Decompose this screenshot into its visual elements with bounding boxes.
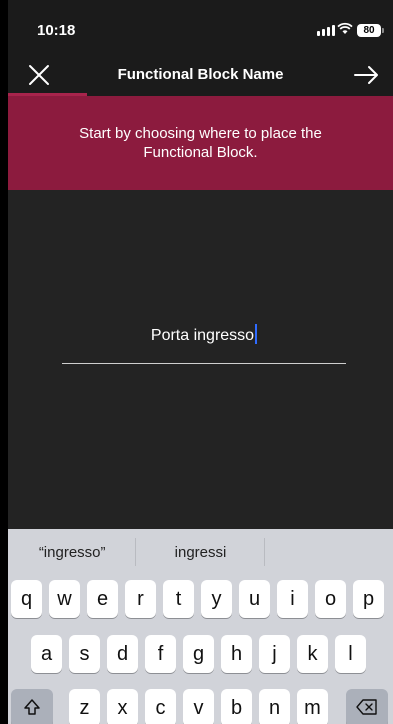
suggestion-item[interactable]: ingressi	[136, 537, 265, 566]
key-s[interactable]: s	[69, 635, 100, 673]
arrow-right-icon[interactable]	[351, 60, 381, 90]
key-p[interactable]: p	[353, 580, 384, 618]
navigation-bar: Functional Block Name	[8, 56, 393, 96]
key-d[interactable]: d	[107, 635, 138, 673]
page-title: Functional Block Name	[117, 66, 284, 83]
key-g[interactable]: g	[183, 635, 214, 673]
key-q[interactable]: q	[11, 580, 42, 618]
key-l[interactable]: l	[335, 635, 366, 673]
banner-message: Start by choosing where to place the Fun…	[79, 125, 322, 161]
keyboard-row-1: q w e r t y u i o p	[8, 580, 393, 622]
key-u[interactable]: u	[239, 580, 270, 618]
key-r[interactable]: r	[125, 580, 156, 618]
functional-block-name-input[interactable]: Porta ingresso	[62, 322, 346, 364]
text-caret	[255, 324, 258, 344]
predictive-suggestions: “ingresso” ingressi	[8, 529, 393, 575]
status-bar: 10:18 80	[8, 0, 393, 56]
key-x[interactable]: x	[107, 689, 138, 724]
shift-icon	[24, 699, 40, 715]
key-h[interactable]: h	[221, 635, 252, 673]
key-v[interactable]: v	[183, 689, 214, 724]
key-i[interactable]: i	[277, 580, 308, 618]
key-t[interactable]: t	[163, 580, 194, 618]
instruction-banner: Start by choosing where to place the Fun…	[8, 96, 393, 190]
key-e[interactable]: e	[87, 580, 118, 618]
key-y[interactable]: y	[201, 580, 232, 618]
on-screen-keyboard: “ingresso” ingressi q w e r t y u i o p …	[8, 529, 393, 724]
delete-key[interactable]	[346, 689, 388, 724]
cellular-signal-icon	[317, 24, 335, 36]
key-j[interactable]: j	[259, 635, 290, 673]
battery-icon: 80	[357, 24, 384, 37]
key-f[interactable]: f	[145, 635, 176, 673]
key-a[interactable]: a	[31, 635, 62, 673]
key-c[interactable]: c	[145, 689, 176, 724]
backspace-icon	[356, 699, 377, 715]
status-time: 10:18	[37, 22, 76, 39]
keyboard-row-2: a s d f g h j k l	[8, 635, 393, 677]
key-m[interactable]: m	[297, 689, 328, 724]
key-b[interactable]: b	[221, 689, 252, 724]
app-screen: 10:18 80 Functional Block Name Start by …	[8, 0, 393, 724]
wifi-icon	[337, 22, 353, 34]
shift-key[interactable]	[11, 689, 53, 724]
keyboard-row-3: z x c v b n m	[8, 689, 393, 724]
suggestion-item[interactable]: “ingresso”	[8, 537, 137, 566]
key-w[interactable]: w	[49, 580, 80, 618]
key-n[interactable]: n	[259, 689, 290, 724]
name-input-value: Porta ingresso	[150, 327, 255, 344]
key-o[interactable]: o	[315, 580, 346, 618]
key-z[interactable]: z	[69, 689, 100, 724]
key-k[interactable]: k	[297, 635, 328, 673]
